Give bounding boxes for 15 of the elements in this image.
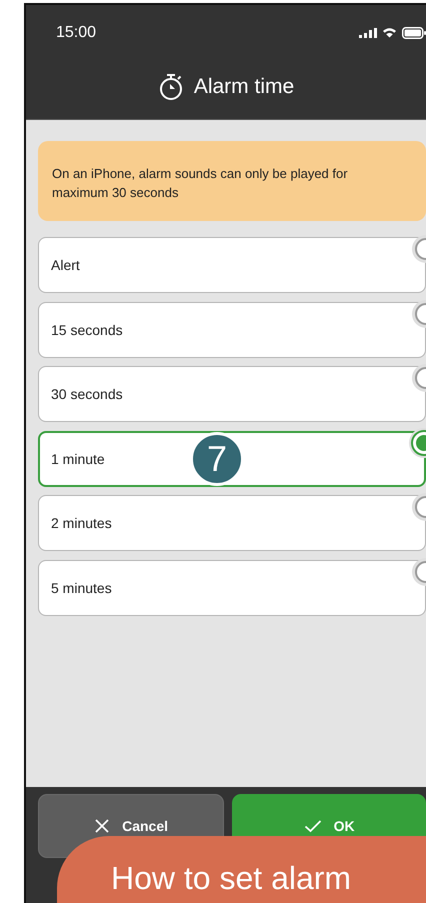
check-icon: [304, 819, 322, 833]
option-card[interactable]: 30 seconds: [38, 366, 426, 422]
wifi-icon: [382, 27, 397, 38]
option-card[interactable]: 5 minutes: [38, 560, 426, 616]
banner-title: How to set alarm: [111, 860, 352, 896]
option-card[interactable]: 2 minutes: [38, 495, 426, 551]
signal-icon: [359, 28, 377, 38]
stopwatch-icon: [158, 72, 184, 100]
screen-title: Alarm time: [194, 74, 294, 98]
option-card[interactable]: Alert: [38, 237, 426, 293]
status-time: 15:00: [56, 24, 96, 42]
option-card[interactable]: 15 seconds: [38, 302, 426, 358]
battery-icon: [402, 26, 426, 38]
close-icon: [94, 818, 110, 834]
info-notice: On an iPhone, alarm sounds can only be played for maximum 30 seconds: [38, 141, 426, 221]
